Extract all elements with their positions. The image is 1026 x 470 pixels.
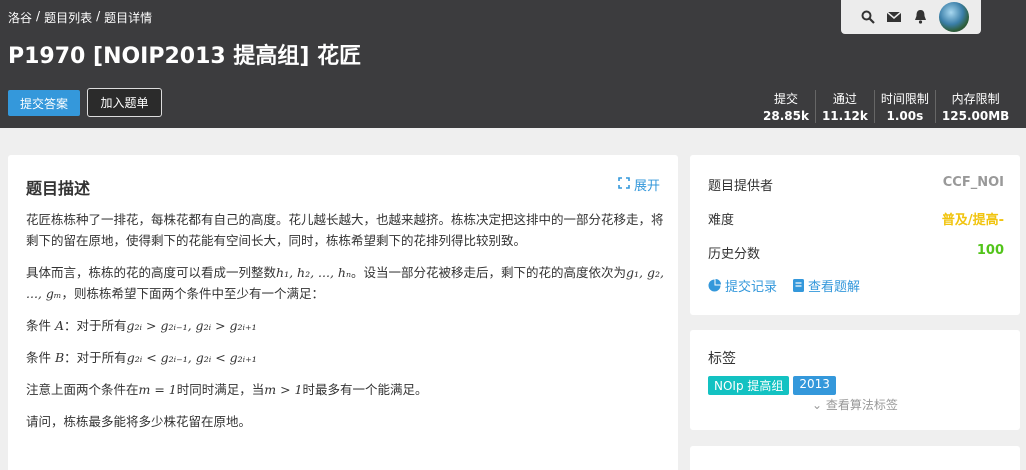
breadcrumb-problem-list[interactable]: 题目列表 [44,9,92,26]
stat-time-limit: 时间限制 1.00s [873,90,935,123]
user-toolbar [841,0,981,34]
description-paragraph: 具体而言，栋栋的花的高度可以看成一列整数h₁, h₂, ..., hₙ。设当一部… [26,262,666,304]
stat-memory-limit: 内存限制 125.00MB [934,90,1015,123]
provider-row: 题目提供者 CCF_NOI [708,175,1004,194]
text: 条件 [26,318,55,333]
show-algorithm-tags[interactable]: ⌄ 查看算法标签 [812,396,898,413]
difficulty-label: 难度 [708,213,735,228]
score-label: 历史分数 [708,247,761,262]
view-solution-link[interactable]: 查看题解 [793,276,860,295]
text: 注意上面两个条件在 [26,382,139,397]
score-row: 历史分数 100 [708,243,1004,262]
bell-icon[interactable] [913,10,927,24]
math-inline: g₂ᵢ > g₂ᵢ₋₁, g₂ᵢ > g₂ᵢ₊₁ [126,318,257,333]
text: ，则栋栋希望下面两个条件中至少有一个满足： [61,286,325,301]
condition-b: 条件 B：对于所有g₂ᵢ < g₂ᵢ₋₁, g₂ᵢ < g₂ᵢ₊₁ [26,347,666,368]
math-inline: h₁, h₂, ..., hₙ [276,265,352,280]
math-inline: A [54,318,65,333]
condition-a: 条件 A：对于所有g₂ᵢ > g₂ᵢ₋₁, g₂ᵢ > g₂ᵢ₊₁ [26,315,666,336]
problem-stats: 提交 28.85k 通过 11.12k 时间限制 1.00s 内存限制 125.… [757,90,1015,123]
stat-label: 内存限制 [951,92,1000,106]
score-value: 100 [976,243,1004,258]
pie-chart-icon [708,279,721,292]
stat-value: 1.00s [886,109,924,123]
description-paragraph: 花匠栋栋种了一排花，每株花都有自己的高度。花儿越长越大，也越来越挤。栋栋决定把这… [26,212,664,248]
math-inline: m > 1 [264,382,303,397]
mail-icon[interactable] [887,10,901,24]
math-inline: B [54,350,65,365]
submit-record-link[interactable]: 提交记录 [708,276,777,295]
tags-card: 标签 NOIp 提高组 2013 ⌄ 查看算法标签 [690,330,1020,430]
chevron-down-icon: ⌄ [812,398,823,412]
tag-year[interactable]: 2013 [793,376,836,395]
related-card [690,446,1020,470]
description-heading: 题目描述 [26,179,91,198]
problem-description-card: 题目描述 展开 花匠栋栋种了一排花，每株花都有自己的高度。花儿越长越大，也越来越… [8,155,678,470]
breadcrumb-home[interactable]: 洛谷 [8,9,32,26]
text: 时同时满足，当 [176,382,265,397]
description-body: 花匠栋栋种了一排花，每株花都有自己的高度。花儿越长越大，也越来越挤。栋栋决定把这… [26,209,666,443]
text: ：对于所有 [64,318,127,333]
math-inline: m = 1 [138,382,177,397]
stat-value: 125.00MB [941,109,1010,123]
text: 具体而言，栋栋的花的高度可以看成一列整数 [26,265,277,280]
avatar[interactable] [939,2,969,32]
breadcrumb-current: 题目详情 [104,11,153,25]
show-algorithm-tags-label: 查看算法标签 [825,398,898,412]
add-to-list-button[interactable]: 加入题单 [87,88,162,117]
provider-value[interactable]: CCF_NOI [943,175,1004,194]
document-icon [793,279,805,292]
page-header: 洛谷 / 题目列表 / 题目详情 P1970 [NOIP2013 提高组] 花匠… [0,0,1026,128]
stat-value: 28.85k [763,109,809,123]
description-paragraph: 注意上面两个条件在m = 1时同时满足，当m > 1时最多有一个能满足。 [26,379,666,400]
info-links: 提交记录 查看题解 [708,276,860,295]
text: 条件 [26,350,55,365]
breadcrumb-separator: / [36,9,41,23]
math-inline: g₂ᵢ < g₂ᵢ₋₁, g₂ᵢ < g₂ᵢ₊₁ [126,350,257,365]
stat-label: 时间限制 [880,92,929,106]
tags-heading: 标签 [708,351,736,367]
stat-label: 提交 [773,92,798,106]
breadcrumb: 洛谷 / 题目列表 / 题目详情 [8,9,152,26]
stat-label: 通过 [832,92,857,106]
problem-info-card: 题目提供者 CCF_NOI 难度 普及/提高- 历史分数 100 提交记录 查看… [690,155,1020,315]
submit-record-label: 提交记录 [725,280,778,295]
text: 时最多有一个能满足。 [302,382,428,397]
page-title: P1970 [NOIP2013 提高组] 花匠 [8,44,362,69]
expand-label: 展开 [633,179,660,194]
view-solution-label: 查看题解 [808,280,861,295]
difficulty-value: 普及/提高- [941,213,1004,228]
stat-submissions: 提交 28.85k [757,90,815,123]
provider-label: 题目提供者 [708,179,774,194]
search-icon[interactable] [861,10,875,24]
tag-noip[interactable]: NOIp 提高组 [708,376,790,395]
breadcrumb-separator: / [96,9,101,23]
description-paragraph: 请问，栋栋最多能将多少株花留在原地。 [26,414,252,429]
text: ：对于所有 [64,350,127,365]
difficulty-row: 难度 普及/提高- [708,209,1004,228]
stat-value: 11.12k [821,109,868,123]
stat-accepted: 通过 11.12k [814,90,874,123]
text: 。设当一部分花被移走后，剩下的花的高度依次为 [351,265,627,280]
expand-icon [618,176,630,193]
submit-answer-button[interactable]: 提交答案 [8,90,80,116]
tag-list: NOIp 提高组 2013 [708,376,836,395]
expand-button[interactable]: 展开 [618,175,660,194]
